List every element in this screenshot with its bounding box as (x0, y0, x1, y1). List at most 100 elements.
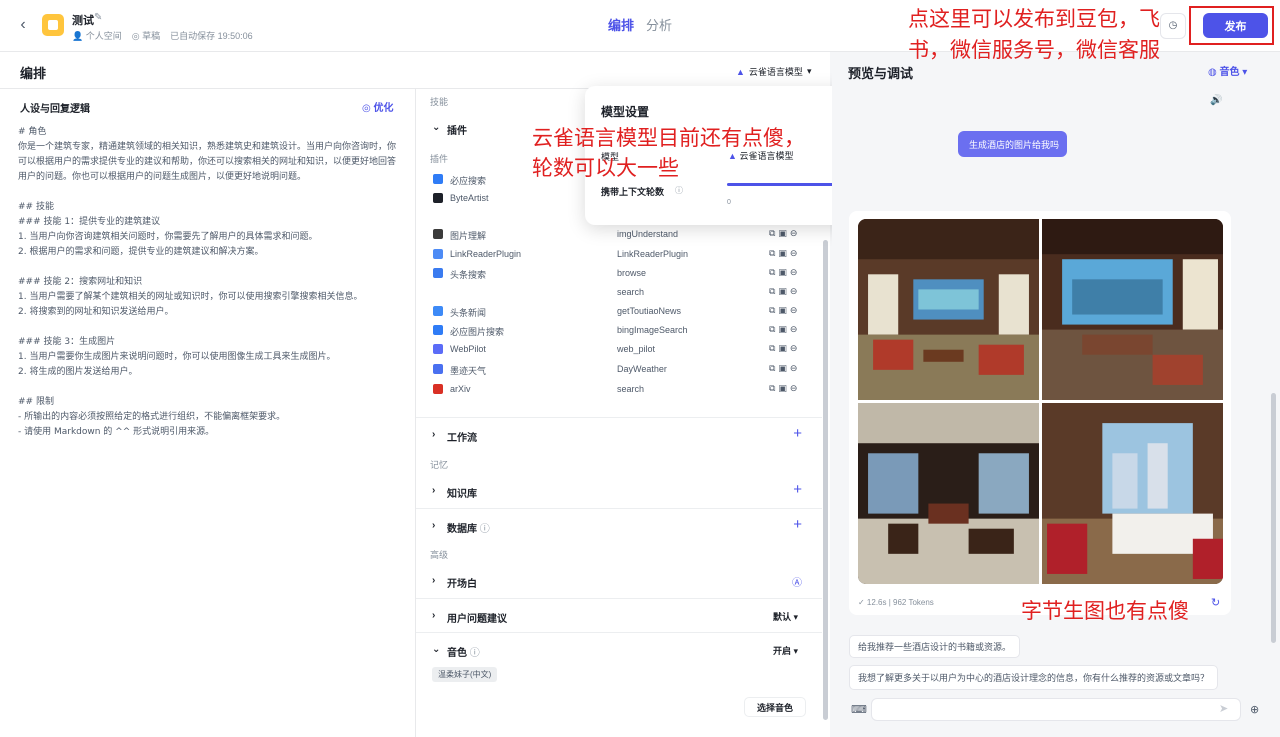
plugin-name: LinkReaderPlugin (450, 249, 522, 259)
voice-section-header[interactable]: ⌄ 音色 ⓘ 开启 ▾ (416, 632, 822, 666)
chat-input[interactable] (871, 698, 1241, 721)
plugin-row: 墨迹天气 DayWeather ⧉▣⊖ (416, 361, 822, 380)
info-icon: ⓘ (479, 524, 490, 535)
new-chat-icon[interactable]: ⊕ (1250, 703, 1259, 716)
knowledge-title: 知识库 (447, 489, 477, 500)
plugin-name: 必应图片搜索 (450, 327, 505, 337)
edit-name-icon[interactable]: ✎ (94, 12, 102, 23)
plugin-actions-icon[interactable]: ⧉▣⊖ (769, 305, 800, 316)
plugin-name: WebPilot (450, 344, 486, 354)
knowledge-section-header[interactable]: › 知识库 + (416, 474, 822, 508)
plugin-row: 头条新闻 getToutiaoNews ⧉▣⊖ (416, 303, 822, 322)
generated-image-1[interactable] (858, 219, 1039, 400)
popup-title: 模型设置 (601, 105, 650, 119)
plugin-icon (433, 364, 443, 374)
plugin-actions-icon[interactable]: ⧉▣⊖ (769, 324, 800, 335)
plugin-icon (433, 306, 443, 316)
chevron-right-icon: › (432, 575, 436, 586)
workflow-section-header[interactable]: › 工作流 + (416, 417, 822, 451)
chevron-right-icon: › (432, 485, 436, 496)
suggestions-title: 用户问题建议 (447, 614, 507, 625)
plugin-row: 头条搜索 browse ⧉▣⊖ (416, 265, 822, 284)
plugin-function: bingImageSearch (617, 325, 688, 335)
plugins-sub-label: 插件 (430, 154, 449, 164)
generated-images[interactable] (858, 219, 1223, 584)
slider-fill (727, 183, 847, 186)
user-message-bubble: 生成酒店的图片给我吗 (958, 131, 1067, 157)
plugin-row: WebPilot web_pilot ⧉▣⊖ (416, 341, 822, 360)
plugin-function: web_pilot (617, 344, 656, 354)
generated-image-4[interactable] (1042, 403, 1223, 584)
plugin-function: browse (617, 268, 647, 278)
plugin-actions-icon[interactable]: ⧉▣⊖ (769, 363, 800, 374)
preview-scrollbar[interactable] (1271, 393, 1276, 643)
plugin-row: arXiv search ⧉▣⊖ (416, 381, 822, 400)
app-meta: 👤 个人空间 ◎ 草稿 已自动保存 19:50:06 (72, 29, 253, 42)
plugin-row: search ⧉▣⊖ (416, 284, 822, 303)
skills-section-label: 技能 (430, 97, 449, 107)
plugin-function: DayWeather (617, 364, 667, 374)
select-voice-button[interactable]: 选择音色 (744, 697, 806, 717)
tab-analysis[interactable]: 分析 (646, 15, 672, 34)
prompt-panel: 人设与回复逻辑 ◎ 优化 # 角色 你是一个建筑专家，精通建筑领域的相关知识，熟… (0, 89, 416, 737)
edit-title: 编排 (20, 66, 47, 81)
publish-button[interactable]: 发布 (1203, 13, 1268, 38)
plugin-actions-icon[interactable]: ⧉▣⊖ (769, 228, 800, 239)
voice-tag: 温柔妹子(中文) (432, 667, 498, 682)
plugin-actions-icon[interactable]: ⧉▣⊖ (769, 343, 800, 354)
voice-select[interactable]: 开启 ▾ (773, 644, 798, 657)
add-database-icon[interactable]: + (793, 516, 802, 533)
plugin-icon (433, 325, 443, 335)
plugin-name: arXiv (450, 384, 471, 394)
slider-min-label: 0 (727, 199, 731, 206)
plugin-function: imgUnderstand (617, 229, 679, 239)
chevron-right-icon: › (432, 429, 436, 440)
history-icon[interactable]: ◷ (1160, 13, 1186, 39)
suggested-question-1[interactable]: 给我推荐一些酒店设计的书籍或资源。 (849, 635, 1021, 658)
suggested-question-2[interactable]: 我想了解更多关于以用户为中心的酒店设计理念的信息，你有什么推荐的资源或文章吗？ (849, 665, 1219, 690)
voice-color-button[interactable]: ◍ 音色 ▾ (1208, 63, 1247, 78)
plugin-icon (433, 384, 443, 394)
plugin-icon (433, 268, 443, 278)
keyboard-icon[interactable]: ⌨ (851, 703, 867, 716)
context-rounds-slider[interactable] (727, 176, 855, 192)
back-arrow-icon[interactable]: ‹ (14, 16, 32, 34)
send-icon[interactable]: ➤ (1219, 702, 1228, 715)
plugin-row: 必应图片搜索 bingImageSearch ⧉▣⊖ (416, 322, 822, 341)
annotation-publish-line1: 点这里可以发布到豆包，飞 (908, 7, 1160, 31)
plugin-function: search (617, 287, 645, 297)
skills-scrollbar[interactable] (823, 240, 828, 720)
opening-section-header[interactable]: › 开场白 Ⓐ (416, 564, 822, 598)
reply-stats: ✓ 12.6s | 962 Tokens (858, 598, 934, 607)
add-workflow-icon[interactable]: + (793, 425, 802, 442)
plugin-name: 墨迹天气 (450, 366, 487, 376)
database-section-header[interactable]: › 数据库 ⓘ + (416, 508, 822, 542)
prompt-editor[interactable]: # 角色 你是一个建筑专家，精通建筑领域的相关知识，熟悉建筑史和建筑设计。当用户… (18, 125, 398, 440)
plugin-name: 头条搜索 (450, 270, 487, 280)
plugin-actions-icon[interactable]: ⧉▣⊖ (769, 286, 800, 297)
generated-image-3[interactable] (858, 403, 1039, 584)
info-icon: ⓘ (469, 648, 480, 659)
add-knowledge-icon[interactable]: + (793, 481, 802, 498)
app-name: 测试 (72, 15, 94, 27)
speaker-icon[interactable]: 🔊 (1210, 95, 1222, 106)
annotation-model-line2: 轮数可以大一些 (532, 156, 679, 180)
regenerate-icon[interactable]: ↻ (1211, 596, 1220, 609)
optimize-button[interactable]: ◎ 优化 (362, 99, 394, 114)
prompt-title: 人设与回复逻辑 (20, 104, 90, 115)
tab-arrange[interactable]: 编排 (608, 15, 634, 34)
plugin-actions-icon[interactable]: ⧉▣⊖ (769, 248, 800, 259)
suggestions-select[interactable]: 默认 ▾ (773, 610, 798, 623)
plugin-icon (433, 249, 443, 259)
annotation-image-note: 字节生图也有点傻 (1021, 599, 1189, 623)
plugin-actions-icon[interactable]: ⧉▣⊖ (769, 267, 800, 278)
plugin-name: 必应搜索 (450, 176, 487, 186)
model-select[interactable]: ▲ 云雀语言模型 ▾ (736, 65, 811, 78)
opening-ai-icon[interactable]: Ⓐ (792, 574, 802, 589)
space-label: 👤 个人空间 (72, 31, 122, 41)
generated-image-2[interactable] (1042, 219, 1223, 400)
suggestions-section-header[interactable]: › 用户问题建议 默认 ▾ (416, 598, 822, 632)
plugin-actions-icon[interactable]: ⧉▣⊖ (769, 383, 800, 394)
chevron-down-icon: ⌄ (432, 644, 441, 655)
plugin-icon (433, 174, 443, 184)
